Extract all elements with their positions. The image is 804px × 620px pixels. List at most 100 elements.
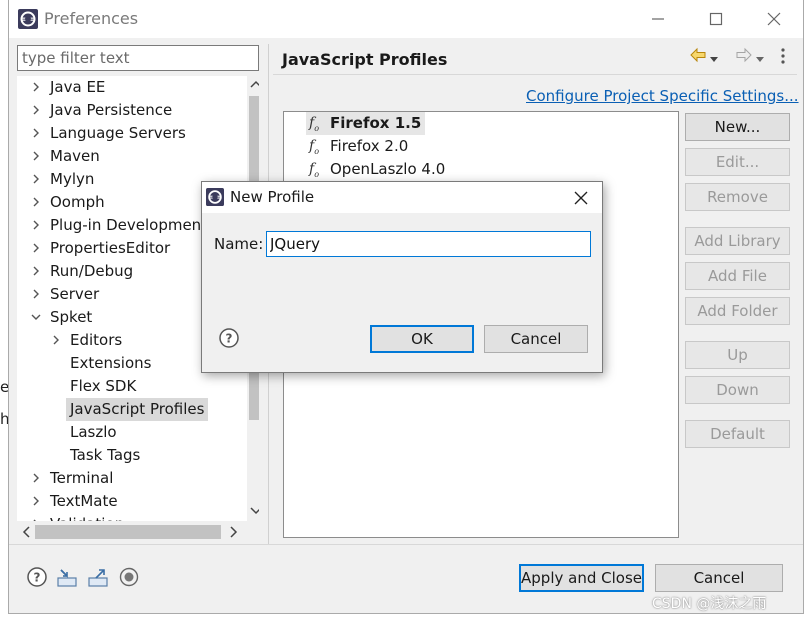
down-button[interactable]: Down <box>685 376 790 404</box>
svg-text:?: ? <box>226 332 233 346</box>
profile-label: OpenLaszlo 4.0 <box>330 160 446 178</box>
tree-item-label: Spket <box>50 308 93 326</box>
chevron-right-icon[interactable] <box>31 151 41 161</box>
tree-item-label: Oomph <box>50 193 105 211</box>
tree-item-label: Extensions <box>70 354 152 372</box>
profile-name-input[interactable] <box>266 231 591 257</box>
profile-item[interactable]: fo Firefox 2.0 <box>306 135 412 158</box>
eclipse-app-icon <box>18 9 38 29</box>
filter-input[interactable] <box>17 45 259 71</box>
view-menu-icon[interactable] <box>779 47 787 69</box>
tree-item-label: Language Servers <box>50 124 186 142</box>
tree-item[interactable]: Language Servers <box>17 122 245 145</box>
watermark: CSDN @浅沫之雨 <box>652 596 767 612</box>
dialog-title: New Profile <box>230 188 315 206</box>
tree-item-label: Laszlo <box>70 423 117 441</box>
name-label: Name: <box>214 235 264 253</box>
cancel-button[interactable]: Cancel <box>655 564 783 592</box>
tree-item[interactable]: Java Persistence <box>17 99 245 122</box>
profile-item[interactable]: fo OpenLaszlo 4.0 <box>306 158 449 181</box>
chevron-right-icon[interactable] <box>31 128 41 138</box>
tree-item[interactable]: TextMate <box>17 490 245 513</box>
profile-label: Firefox 2.0 <box>330 137 409 155</box>
remove-button[interactable]: Remove <box>685 183 790 211</box>
oomph-record-icon[interactable] <box>118 566 140 588</box>
maximize-button[interactable] <box>687 0 745 38</box>
back-arrow-icon <box>690 47 706 63</box>
forward-menu-icon[interactable] <box>755 50 765 68</box>
tree-item-label: Maven <box>50 147 100 165</box>
tree-item-label: PropertiesEditor <box>50 239 171 257</box>
tree-item-label: Mylyn <box>50 170 95 188</box>
configure-project-settings-link[interactable]: Configure Project Specific Settings... <box>526 87 799 105</box>
close-icon <box>767 12 781 26</box>
chevron-right-icon[interactable] <box>31 289 41 299</box>
eclipse-app-icon <box>206 188 224 206</box>
forward-button[interactable] <box>735 46 753 68</box>
tree-item[interactable]: Task Tags <box>17 444 245 467</box>
window-title: Preferences <box>44 9 139 28</box>
maximize-icon <box>709 12 723 26</box>
add-folder-button[interactable]: Add Folder <box>685 297 790 325</box>
tree-item[interactable]: Laszlo <box>17 421 245 444</box>
chevron-down-icon[interactable] <box>31 312 41 322</box>
tree-item-label: Editors <box>70 331 123 349</box>
chevron-right-icon[interactable] <box>31 266 41 276</box>
chevron-right-icon[interactable] <box>31 496 41 506</box>
import-icon[interactable] <box>56 566 78 588</box>
tree-item-label: Java EE <box>50 78 106 96</box>
chevron-right-icon[interactable] <box>31 82 41 92</box>
export-icon[interactable] <box>87 566 109 588</box>
ok-button[interactable]: OK <box>370 325 474 353</box>
chevron-right-icon[interactable] <box>31 220 41 230</box>
chevron-right-icon[interactable] <box>31 197 41 207</box>
tree-horizontal-scrollbar[interactable] <box>17 521 259 544</box>
help-icon[interactable]: ? <box>26 566 48 588</box>
chevron-right-icon[interactable] <box>51 335 61 345</box>
new-profile-dialog: New Profile Name: ? OK Cancel <box>201 181 603 373</box>
tree-item[interactable]: JavaScript Profiles <box>17 398 245 421</box>
back-button[interactable] <box>689 46 707 68</box>
minimize-button[interactable] <box>629 0 687 38</box>
scroll-left-icon[interactable] <box>21 526 31 538</box>
page-title: JavaScript Profiles <box>282 50 448 69</box>
history-navigation <box>685 46 795 68</box>
tree-item-label: Run/Debug <box>50 262 134 280</box>
header-separator <box>273 74 797 75</box>
new-button[interactable]: New... <box>685 113 790 141</box>
scroll-down-icon[interactable] <box>250 506 259 516</box>
back-menu-icon[interactable] <box>709 50 719 68</box>
chevron-right-icon[interactable] <box>31 174 41 184</box>
dialog-close-button[interactable] <box>566 186 596 210</box>
chevron-right-icon[interactable] <box>31 473 41 483</box>
chevron-right-icon[interactable] <box>31 243 41 253</box>
profile-item[interactable]: fo Firefox 1.5 <box>306 112 426 135</box>
tree-item[interactable]: Terminal <box>17 467 245 490</box>
tree-item-label: Terminal <box>50 469 114 487</box>
apply-and-close-button[interactable]: Apply and Close <box>519 564 644 592</box>
add-file-button[interactable]: Add File <box>685 262 790 290</box>
edit-button[interactable]: Edit... <box>685 148 790 176</box>
close-window-button[interactable] <box>745 0 803 38</box>
chevron-right-icon[interactable] <box>31 105 41 115</box>
add-library-button[interactable]: Add Library <box>685 227 790 255</box>
tree-item-label: Task Tags <box>70 446 141 464</box>
dialog-title-bar: New Profile <box>202 182 602 213</box>
tree-item-label: Plug-in Development <box>50 216 208 234</box>
up-button[interactable]: Up <box>685 341 790 369</box>
dialog-cancel-button[interactable]: Cancel <box>484 325 588 353</box>
profile-label: Firefox 1.5 <box>330 114 422 132</box>
tree-item[interactable]: Flex SDK <box>17 375 245 398</box>
scroll-right-icon[interactable] <box>229 526 239 538</box>
footer-separator <box>9 544 803 545</box>
forward-arrow-icon <box>736 47 752 63</box>
tree-horizontal-scroll-thumb[interactable] <box>35 525 221 539</box>
tree-item[interactable]: Java EE <box>17 76 245 99</box>
title-bar: Preferences <box>9 0 803 38</box>
scroll-up-icon[interactable] <box>250 79 259 89</box>
tree-item-label: Java Persistence <box>50 101 173 119</box>
tree-item-label: Server <box>50 285 100 303</box>
help-icon[interactable]: ? <box>218 327 240 349</box>
default-button[interactable]: Default <box>685 420 790 448</box>
tree-item[interactable]: Maven <box>17 145 245 168</box>
